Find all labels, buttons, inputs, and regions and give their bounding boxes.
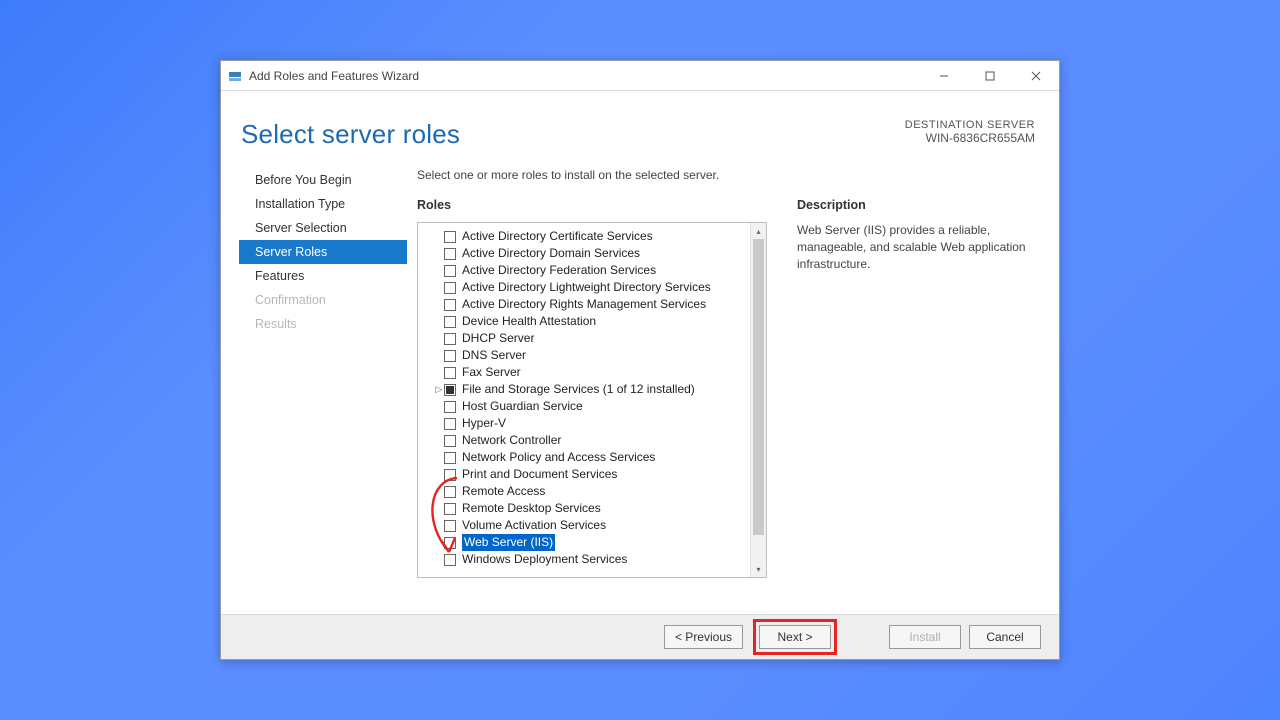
roles-scrollbar[interactable]: ▴ ▾ <box>750 223 766 577</box>
destination-info: DESTINATION SERVER WIN-6836CR655AM <box>905 119 1035 145</box>
role-label[interactable]: Active Directory Rights Management Servi… <box>462 296 706 313</box>
role-checkbox[interactable] <box>444 299 456 311</box>
role-row[interactable]: Network Controller <box>424 432 766 449</box>
role-checkbox[interactable] <box>444 282 456 294</box>
role-row[interactable]: Windows Deployment Services <box>424 551 766 568</box>
sidebar-step-server-roles[interactable]: Server Roles <box>239 240 407 264</box>
role-row[interactable]: Web Server (IIS) <box>424 534 766 551</box>
role-label[interactable]: Remote Access <box>462 483 545 500</box>
wizard-footer: < Previous Next > Install Cancel <box>221 615 1059 659</box>
previous-button[interactable]: < Previous <box>664 625 743 649</box>
sidebar-step-results: Results <box>239 312 407 336</box>
role-checkbox[interactable] <box>444 554 456 566</box>
close-button[interactable] <box>1013 61 1059 90</box>
instruction-text: Select one or more roles to install on t… <box>417 168 781 182</box>
window-title: Add Roles and Features Wizard <box>249 69 921 83</box>
role-label[interactable]: Device Health Attestation <box>462 313 596 330</box>
role-row[interactable]: Active Directory Rights Management Servi… <box>424 296 766 313</box>
role-checkbox[interactable] <box>444 367 456 379</box>
destination-server-name: WIN-6836CR655AM <box>905 131 1035 145</box>
role-checkbox[interactable] <box>444 469 456 481</box>
role-row[interactable]: Active Directory Lightweight Directory S… <box>424 279 766 296</box>
minimize-button[interactable] <box>921 61 967 90</box>
sidebar-step-before-you-begin[interactable]: Before You Begin <box>239 168 407 192</box>
role-row[interactable]: Remote Desktop Services <box>424 500 766 517</box>
role-label[interactable]: DHCP Server <box>462 330 534 347</box>
role-expander-icon[interactable]: ▷ <box>434 381 444 398</box>
roles-heading: Roles <box>417 198 781 212</box>
scrollbar-track[interactable] <box>751 239 766 561</box>
role-checkbox[interactable] <box>444 537 456 549</box>
scroll-up-button[interactable]: ▴ <box>751 223 767 239</box>
role-checkbox[interactable] <box>444 231 456 243</box>
role-label[interactable]: File and Storage Services (1 of 12 insta… <box>462 381 695 398</box>
role-checkbox[interactable] <box>444 486 456 498</box>
role-checkbox[interactable] <box>444 452 456 464</box>
role-checkbox[interactable] <box>444 248 456 260</box>
role-row[interactable]: Fax Server <box>424 364 766 381</box>
role-checkbox[interactable] <box>444 265 456 277</box>
role-row[interactable]: DHCP Server <box>424 330 766 347</box>
role-row[interactable]: Host Guardian Service <box>424 398 766 415</box>
server-manager-icon <box>227 68 243 84</box>
role-label[interactable]: Network Policy and Access Services <box>462 449 655 466</box>
role-row[interactable]: Print and Document Services <box>424 466 766 483</box>
role-row[interactable]: Device Health Attestation <box>424 313 766 330</box>
cancel-button[interactable]: Cancel <box>969 625 1041 649</box>
sidebar-step-confirmation: Confirmation <box>239 288 407 312</box>
role-checkbox[interactable] <box>444 401 456 413</box>
role-row[interactable]: Network Policy and Access Services <box>424 449 766 466</box>
next-button[interactable]: Next > <box>759 625 831 649</box>
role-row[interactable]: Active Directory Federation Services <box>424 262 766 279</box>
role-row[interactable]: Remote Access <box>424 483 766 500</box>
role-row[interactable]: Active Directory Certificate Services <box>424 228 766 245</box>
roles-listbox[interactable]: Active Directory Certificate ServicesAct… <box>417 222 767 578</box>
role-label[interactable]: Active Directory Federation Services <box>462 262 656 279</box>
role-label[interactable]: Fax Server <box>462 364 521 381</box>
wizard-header: Select server roles DESTINATION SERVER W… <box>221 91 1059 168</box>
role-label[interactable]: Active Directory Certificate Services <box>462 228 653 245</box>
description-text: Web Server (IIS) provides a reliable, ma… <box>797 222 1041 272</box>
role-checkbox[interactable] <box>444 520 456 532</box>
role-label[interactable]: DNS Server <box>462 347 526 364</box>
titlebar: Add Roles and Features Wizard <box>221 61 1059 91</box>
role-checkbox[interactable] <box>444 350 456 362</box>
scrollbar-thumb[interactable] <box>753 239 764 535</box>
page-title: Select server roles <box>241 119 460 150</box>
next-button-annotation-highlight: Next > <box>753 619 837 655</box>
role-label[interactable]: Windows Deployment Services <box>462 551 627 568</box>
destination-label: DESTINATION SERVER <box>905 119 1035 131</box>
sidebar-step-installation-type[interactable]: Installation Type <box>239 192 407 216</box>
role-label[interactable]: Active Directory Lightweight Directory S… <box>462 279 711 296</box>
role-label[interactable]: Remote Desktop Services <box>462 500 601 517</box>
role-checkbox[interactable] <box>444 435 456 447</box>
maximize-button[interactable] <box>967 61 1013 90</box>
role-row[interactable]: Hyper-V <box>424 415 766 432</box>
description-heading: Description <box>797 198 1041 212</box>
role-checkbox[interactable] <box>444 418 456 430</box>
role-label[interactable]: Network Controller <box>462 432 561 449</box>
role-label[interactable]: Volume Activation Services <box>462 517 606 534</box>
role-label[interactable]: Host Guardian Service <box>462 398 583 415</box>
role-row[interactable]: DNS Server <box>424 347 766 364</box>
sidebar-step-server-selection[interactable]: Server Selection <box>239 216 407 240</box>
wizard-steps-sidebar: Before You BeginInstallation TypeServer … <box>239 168 407 614</box>
install-button: Install <box>889 625 961 649</box>
wizard-window: Add Roles and Features Wizard Select ser… <box>220 60 1060 660</box>
role-checkbox[interactable] <box>444 316 456 328</box>
role-row[interactable]: ▷ File and Storage Services (1 of 12 inst… <box>424 381 766 398</box>
role-checkbox[interactable] <box>444 503 456 515</box>
role-checkbox[interactable] <box>444 384 456 396</box>
role-label[interactable]: Active Directory Domain Services <box>462 245 640 262</box>
role-checkbox[interactable] <box>444 333 456 345</box>
sidebar-step-features[interactable]: Features <box>239 264 407 288</box>
role-label[interactable]: Hyper-V <box>462 415 506 432</box>
role-row[interactable]: Active Directory Domain Services <box>424 245 766 262</box>
role-label[interactable]: Web Server (IIS) <box>462 534 555 551</box>
role-label[interactable]: Print and Document Services <box>462 466 617 483</box>
role-row[interactable]: Volume Activation Services <box>424 517 766 534</box>
scroll-down-button[interactable]: ▾ <box>751 561 767 577</box>
